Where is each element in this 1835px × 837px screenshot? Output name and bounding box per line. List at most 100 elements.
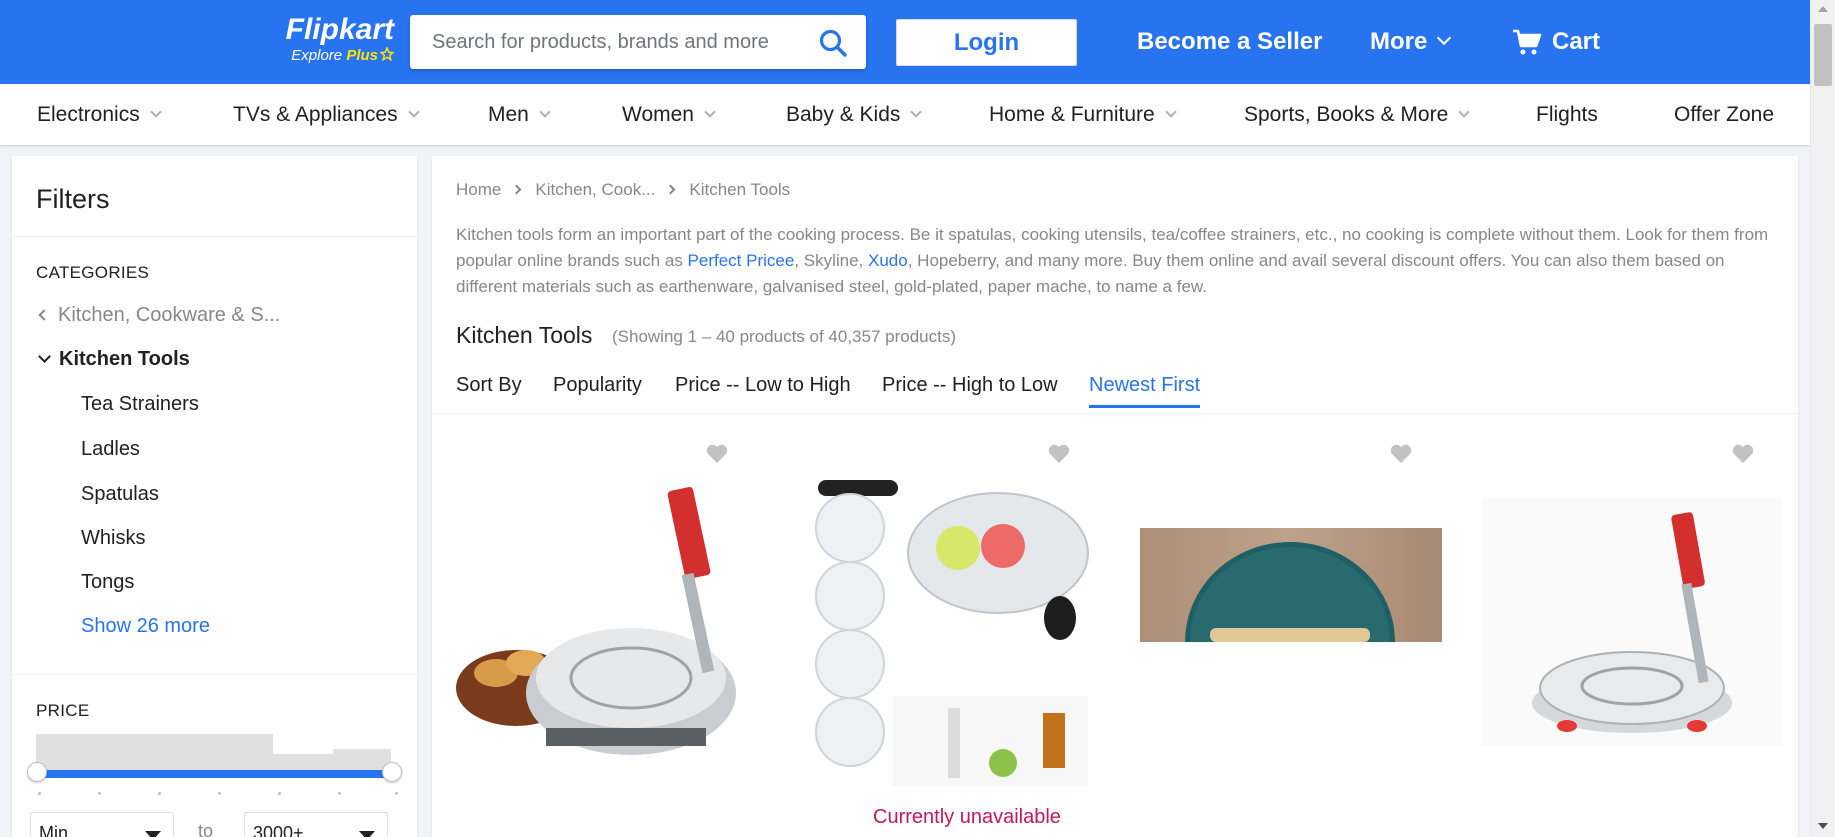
logo-tagline: Explore Plus — [278, 46, 395, 66]
chevron-down-icon — [1165, 106, 1177, 118]
sort-popularity[interactable]: Popularity — [553, 374, 642, 405]
subcategory-whisks[interactable]: Whisks — [81, 527, 145, 550]
price-slider-min-handle[interactable] — [27, 762, 47, 782]
subcategory-spatulas[interactable]: Spatulas — [81, 483, 159, 506]
subcategory-tongs[interactable]: Tongs — [81, 571, 134, 594]
sort-by-label: Sort By — [456, 374, 522, 396]
product-image-marble-board[interactable] — [1140, 528, 1442, 642]
product-image-ice-ball-mold[interactable] — [798, 478, 1098, 790]
current-category[interactable]: Kitchen Tools — [36, 348, 190, 371]
breadcrumb-current: Kitchen Tools — [689, 180, 791, 199]
page-title: Kitchen Tools — [456, 322, 593, 348]
product-card[interactable] — [1482, 426, 1820, 837]
nav-item-label: Sports, Books & More — [1244, 103, 1449, 126]
logo-brand: Flipkart — [285, 13, 394, 46]
nav-item-women[interactable]: Women — [622, 102, 716, 128]
sort-newest-first[interactable]: Newest First — [1089, 374, 1201, 408]
wishlist-heart-icon[interactable] — [1048, 444, 1070, 464]
nav-item-home-furniture[interactable]: Home & Furniture — [989, 102, 1177, 128]
product-image-puri-press[interactable] — [456, 478, 756, 768]
slider-tick — [278, 792, 281, 795]
more-menu[interactable]: More — [1370, 26, 1452, 58]
product-count: (Showing 1 – 40 products of 40,357 produ… — [612, 327, 956, 346]
nav-item-label: TVs & Appliances — [233, 103, 398, 126]
subcategory-ladles[interactable]: Ladles — [81, 438, 140, 461]
product-card[interactable] — [1140, 426, 1478, 837]
nav-item-label: Flights — [1536, 103, 1598, 126]
dropdown-arrow-icon — [359, 831, 375, 837]
product-card[interactable]: Currently unavailable — [798, 426, 1136, 837]
nav-item-baby-kids[interactable]: Baby & Kids — [786, 102, 923, 128]
cart-icon[interactable] — [1512, 28, 1542, 56]
chevron-left-icon — [38, 309, 50, 321]
price-slider-max-handle[interactable] — [382, 762, 402, 782]
chevron-down-icon — [1458, 106, 1470, 118]
wishlist-heart-icon[interactable] — [1390, 444, 1412, 464]
scrollbar-thumb[interactable] — [1814, 24, 1832, 86]
nav-item-label: Men — [488, 103, 529, 126]
more-label: More — [1370, 28, 1428, 55]
nav-item-flights[interactable]: Flights — [1536, 102, 1598, 128]
nav-item-label: Offer Zone — [1674, 103, 1774, 126]
nav-item-tvs-appliances[interactable]: TVs & Appliances — [233, 102, 420, 128]
login-button[interactable]: Login — [896, 19, 1077, 66]
nav-item-electronics[interactable]: Electronics — [37, 102, 162, 128]
slider-tick — [38, 792, 41, 795]
search-icon[interactable] — [818, 28, 848, 58]
price-min-value: Min — [39, 823, 69, 837]
scroll-down-arrow-icon[interactable] — [1818, 823, 1828, 829]
top-header: Flipkart Explore Plus Login Become a Sel… — [0, 0, 1810, 84]
brand-link-xudo[interactable]: Xudo — [868, 251, 908, 270]
price-min-select[interactable]: Min — [30, 812, 174, 837]
categories-heading: CATEGORIES — [36, 263, 150, 282]
price-to-label: to — [198, 821, 214, 837]
slider-tick — [218, 792, 221, 795]
description-text: , Skyline, — [794, 251, 869, 270]
chevron-right-icon — [511, 184, 522, 195]
chevron-down-icon — [407, 106, 420, 118]
price-slider-track[interactable] — [36, 770, 391, 778]
logo-tagline-prefix: Explore — [291, 47, 343, 64]
parent-category-link[interactable]: Kitchen, Cookware & S... — [36, 304, 280, 327]
nav-item-sports-books[interactable]: Sports, Books & More — [1244, 102, 1470, 128]
filters-title: Filters — [36, 184, 110, 214]
flipkart-logo[interactable]: Flipkart Explore Plus — [278, 13, 395, 70]
chevron-down-icon — [1437, 30, 1452, 46]
price-heading: PRICE — [36, 701, 90, 720]
chevron-right-icon — [665, 184, 676, 195]
wishlist-heart-icon[interactable] — [706, 444, 728, 464]
current-category-label: Kitchen Tools — [59, 348, 190, 370]
chevron-down-icon — [704, 106, 716, 118]
chevron-down-icon — [38, 350, 51, 363]
cart-link[interactable]: Cart — [1552, 26, 1600, 58]
nav-item-label: Women — [622, 103, 694, 126]
become-seller-link[interactable]: Become a Seller — [1137, 26, 1322, 58]
divider — [12, 236, 417, 237]
page-scrollbar[interactable] — [1810, 0, 1835, 837]
price-histogram — [36, 734, 391, 774]
search-box — [410, 15, 866, 69]
breadcrumb-home[interactable]: Home — [456, 180, 501, 199]
sort-price-high-low[interactable]: Price -- High to Low — [882, 374, 1058, 405]
slider-tick — [395, 792, 398, 795]
nav-item-offer-zone[interactable]: Offer Zone — [1674, 102, 1774, 128]
category-description: Kitchen tools form an important part of … — [456, 222, 1786, 300]
breadcrumb-kitchen[interactable]: Kitchen, Cook... — [535, 180, 655, 199]
scroll-up-arrow-icon[interactable] — [1818, 6, 1828, 12]
search-input[interactable] — [432, 15, 802, 69]
nav-item-men[interactable]: Men — [488, 102, 551, 128]
divider — [12, 674, 417, 675]
dropdown-arrow-icon — [145, 831, 161, 837]
brand-link-perfect-pricee[interactable]: Perfect Pricee — [688, 251, 795, 270]
sort-price-low-high[interactable]: Price -- Low to High — [675, 374, 851, 405]
wishlist-heart-icon[interactable] — [1732, 444, 1754, 464]
subcategory-tea-strainers[interactable]: Tea Strainers — [81, 393, 199, 416]
product-listing: Home Kitchen, Cook... Kitchen Tools Kitche… — [432, 156, 1798, 837]
product-image-puri-press-plain[interactable] — [1482, 498, 1782, 746]
price-max-select[interactable]: 3000+ — [244, 812, 388, 837]
chevron-down-icon — [910, 106, 923, 118]
show-more-link[interactable]: Show 26 more — [81, 615, 210, 638]
product-card[interactable] — [456, 426, 794, 837]
chevron-down-icon — [539, 106, 551, 118]
nav-item-label: Home & Furniture — [989, 103, 1155, 126]
